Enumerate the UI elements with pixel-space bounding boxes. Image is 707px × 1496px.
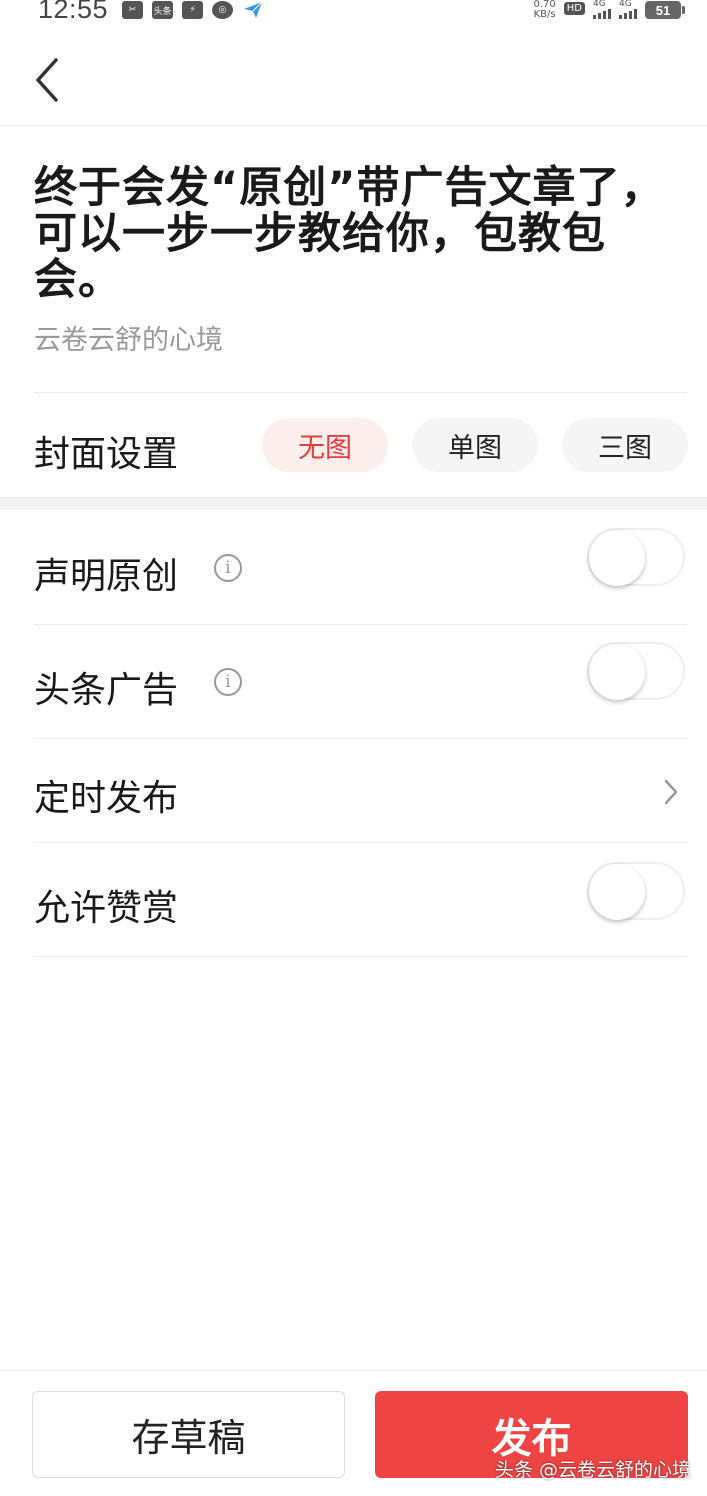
battery-icon: 51	[645, 1, 685, 19]
clock-icon: ◎	[212, 1, 233, 19]
setting-row-reward: 允许赞赏	[34, 843, 687, 957]
back-button[interactable]	[28, 54, 68, 106]
section-divider	[0, 497, 707, 510]
original-label: 声明原创	[34, 556, 179, 597]
nav-bar	[0, 26, 707, 126]
chevron-right-icon	[664, 779, 678, 805]
signal-icon-2: 4G	[619, 0, 637, 19]
cover-option-triple[interactable]: 三图	[562, 418, 688, 472]
save-draft-button[interactable]: 存草稿	[32, 1391, 345, 1478]
cover-option-none[interactable]: 无图	[262, 418, 388, 472]
status-time: 12:55	[38, 0, 109, 24]
network-speed: 0.70 KB/s	[533, 0, 556, 20]
cover-option-single[interactable]: 单图	[412, 418, 538, 472]
scissors-icon: ✂	[122, 1, 143, 19]
ads-toggle[interactable]	[587, 642, 685, 700]
chevron-left-icon	[36, 58, 58, 102]
notification-icons: ✂ 头条 ⚡ ◎	[122, 1, 263, 19]
watermark: 头条 @云卷云舒的心境	[494, 1459, 691, 1481]
reward-label: 允许赞赏	[34, 888, 179, 929]
scheduled-label: 定时发布	[34, 778, 179, 819]
article-title: 终于会发“原创”带广告文章了，可以一步一步教给你，包教包会。	[34, 163, 665, 305]
toutiao-icon: 头条	[152, 1, 173, 19]
setting-row-ads: 头条广告 i	[34, 625, 687, 739]
toggle-knob	[589, 864, 645, 920]
status-bar: 12:55 ✂ 头条 ⚡ ◎ 0.70 KB/s HD 4G 4G 51	[0, 0, 707, 26]
hd-voice-icon: HD	[563, 2, 585, 15]
toggle-knob	[589, 644, 645, 700]
signal-icon: 4G	[593, 0, 611, 19]
reward-toggle[interactable]	[587, 862, 685, 920]
status-indicators: 0.70 KB/s HD 4G 4G 51	[533, 0, 685, 20]
info-icon[interactable]: i	[214, 668, 242, 696]
toggle-knob	[589, 530, 645, 586]
bottom-action-bar: 存草稿 发布 头条 @云卷云舒的心境	[0, 1370, 707, 1496]
ads-label: 头条广告	[34, 670, 179, 711]
original-toggle[interactable]	[587, 528, 685, 586]
info-icon[interactable]: i	[214, 554, 242, 582]
cover-setting-label: 封面设置	[34, 434, 179, 475]
setting-row-scheduled[interactable]: 定时发布	[34, 739, 687, 843]
divider	[34, 392, 687, 393]
paper-plane-icon	[242, 1, 263, 19]
author-name: 云卷云舒的心境	[34, 325, 223, 356]
setting-row-original: 声明原创 i	[34, 511, 687, 625]
flash-icon: ⚡	[182, 1, 203, 19]
